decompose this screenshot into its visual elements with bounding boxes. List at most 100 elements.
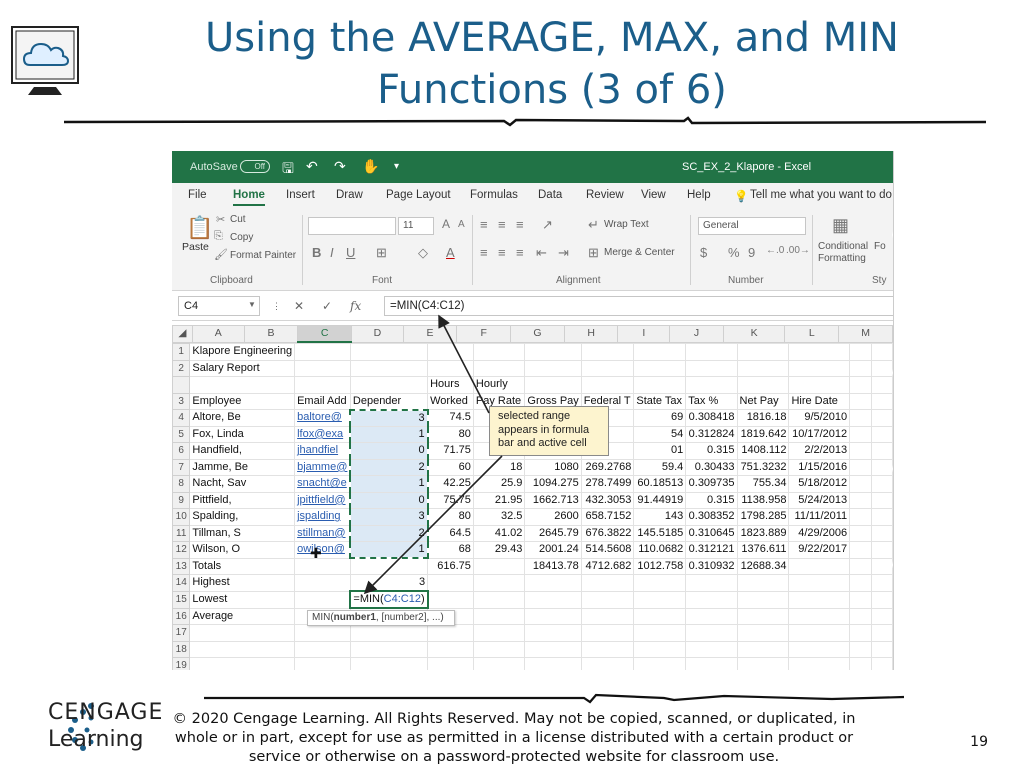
cell[interactable]: 1080 [524, 458, 582, 476]
cell[interactable] [736, 359, 790, 377]
cell[interactable] [736, 376, 790, 394]
comma-style-button[interactable]: 9 [748, 245, 755, 260]
cell[interactable]: Email Add [294, 392, 351, 410]
cell[interactable]: 5/24/2013 [788, 491, 851, 509]
cell[interactable] [685, 590, 738, 609]
cell[interactable]: 145.5185 [633, 524, 687, 542]
format-painter-icon[interactable]: 🖌 [214, 248, 228, 261]
cell[interactable] [849, 376, 872, 394]
cell[interactable]: 514.5608 [580, 541, 635, 559]
cell[interactable] [524, 657, 582, 670]
cell[interactable]: 60 [427, 458, 474, 476]
column-header[interactable]: J [669, 325, 724, 343]
customize-toolbar-icon[interactable]: ▾ [394, 161, 399, 172]
cell[interactable] [685, 657, 738, 670]
underline-button[interactable]: U [346, 245, 355, 260]
cell[interactable]: 269.2768 [580, 458, 635, 476]
cell[interactable] [580, 624, 635, 642]
cell[interactable]: 1 [349, 425, 429, 443]
cell[interactable] [294, 657, 351, 670]
cell[interactable] [472, 607, 526, 625]
cell[interactable] [189, 657, 296, 670]
cell[interactable] [294, 376, 351, 394]
cell[interactable]: Average [189, 607, 296, 625]
cell[interactable]: 18 [472, 458, 526, 476]
shrink-font-button[interactable]: A [458, 219, 465, 230]
cell[interactable]: 01 [633, 442, 687, 460]
cell[interactable] [580, 590, 635, 609]
cell[interactable] [685, 574, 738, 592]
cell[interactable]: Hourly [472, 376, 526, 394]
cell[interactable]: Hours [427, 376, 474, 394]
cell[interactable] [524, 343, 582, 361]
merge-center-icon[interactable]: ⊞ [588, 245, 599, 261]
cell[interactable]: 1819.642 [736, 425, 790, 443]
cell[interactable]: Lowest [189, 590, 296, 609]
cell[interactable]: 110.0682 [633, 541, 687, 559]
touch-mode-icon[interactable]: ✋ [362, 158, 379, 175]
column-header[interactable]: B [243, 325, 299, 343]
undo-icon[interactable]: ↶ [306, 158, 318, 175]
cell[interactable]: 658.7152 [580, 508, 635, 526]
row-header[interactable]: 17 [172, 624, 191, 642]
row-header[interactable]: 8 [172, 475, 191, 493]
tab-insert[interactable]: Insert [286, 189, 315, 201]
cell[interactable]: 0 [349, 442, 429, 460]
cell[interactable]: 1408.112 [736, 442, 790, 460]
row-header[interactable] [172, 376, 191, 394]
font-name-select[interactable] [308, 217, 396, 235]
row-header[interactable]: 1 [172, 343, 191, 361]
cell[interactable] [349, 624, 429, 642]
cell[interactable]: 74.5 [427, 409, 474, 427]
orientation-icon[interactable]: ↗ [542, 217, 553, 233]
cell[interactable]: 1012.758 [633, 557, 687, 575]
cell[interactable] [849, 607, 872, 625]
cell[interactable] [788, 376, 851, 394]
cell[interactable]: 0.312824 [685, 425, 738, 443]
cell[interactable]: State Tax [633, 392, 687, 410]
row-header[interactable]: 10 [172, 508, 191, 526]
cell[interactable]: 64.5 [427, 524, 474, 542]
copy-icon[interactable]: ⎘ [214, 230, 223, 243]
cell[interactable] [472, 590, 526, 609]
cell[interactable] [294, 359, 351, 377]
align-right-icon[interactable]: ≡ [516, 245, 524, 260]
cell[interactable]: 9/22/2017 [788, 541, 851, 559]
middle-align-icon[interactable]: ≡ [498, 217, 506, 232]
column-header[interactable]: F [456, 325, 512, 343]
cell[interactable] [685, 640, 738, 658]
cell[interactable]: Highest [189, 574, 296, 592]
cell[interactable]: 1798.285 [736, 508, 790, 526]
cell[interactable]: 0.315 [685, 491, 738, 509]
cell[interactable] [633, 343, 687, 361]
merge-center-button[interactable]: Merge & Center [604, 247, 675, 258]
cell[interactable] [633, 607, 687, 625]
cell[interactable]: 1816.18 [736, 409, 790, 427]
decrease-decimal-icon[interactable]: .00→ [786, 245, 810, 256]
cell[interactable] [349, 359, 429, 377]
cell[interactable] [788, 574, 851, 592]
cell[interactable] [294, 574, 351, 592]
cell[interactable]: Net Pay [736, 392, 790, 410]
cell[interactable]: 42.25 [427, 475, 474, 493]
column-header[interactable]: C [297, 325, 353, 343]
select-all-corner[interactable]: ◢ [172, 325, 193, 343]
cell[interactable] [524, 574, 582, 592]
cell[interactable]: 4712.682 [580, 557, 635, 575]
cell[interactable] [849, 557, 872, 575]
cell[interactable]: baltore@ [294, 409, 351, 427]
fill-color-icon[interactable]: ◇ [418, 245, 428, 261]
cell[interactable] [736, 640, 790, 658]
cell[interactable] [294, 640, 351, 658]
row-header[interactable]: 7 [172, 458, 191, 476]
cut-button[interactable]: Cut [230, 214, 246, 225]
cell[interactable] [849, 624, 872, 642]
cell[interactable] [849, 475, 872, 493]
row-header[interactable]: 13 [172, 557, 191, 575]
cell[interactable]: jspalding [294, 508, 351, 526]
cell[interactable]: 1662.713 [524, 491, 582, 509]
cell[interactable] [472, 557, 526, 575]
cell[interactable]: 4/29/2006 [788, 524, 851, 542]
cell[interactable] [849, 574, 872, 592]
cell[interactable]: 1823.889 [736, 524, 790, 542]
